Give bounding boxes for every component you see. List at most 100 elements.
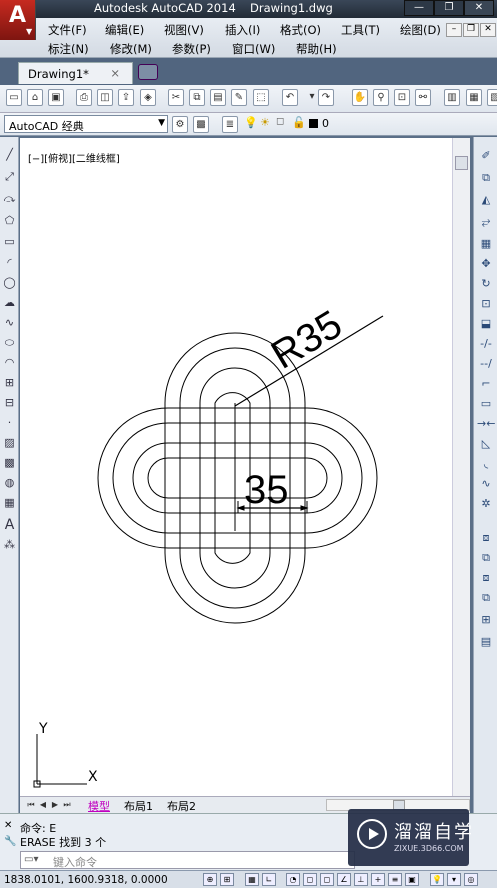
drawing-canvas[interactable]: [−][俯视][二维线框] R35 35 Y X	[20, 138, 452, 796]
copy-object-icon[interactable]: ⧉	[477, 169, 495, 186]
offset-icon[interactable]: ⥂	[477, 213, 495, 230]
layer-properties-icon[interactable]: ≣	[222, 116, 238, 133]
ortho-mode-icon[interactable]: ∟	[262, 873, 276, 886]
redo-icon[interactable]: ↷	[318, 89, 334, 106]
match-properties-icon[interactable]: ✎	[231, 89, 247, 106]
zoom-previous-icon[interactable]: ⚯	[415, 89, 431, 106]
revision-cloud-icon[interactable]: ☁	[2, 295, 17, 311]
lightbulb-icon[interactable]: 💡	[430, 873, 444, 886]
gradient-icon[interactable]: ▩	[2, 455, 17, 471]
hatch-icon[interactable]: ▨	[2, 435, 17, 451]
blend-curves-icon[interactable]: ∿	[477, 475, 495, 492]
break-at-point-icon[interactable]: ⌐	[477, 375, 495, 392]
3d-print-icon[interactable]: ◈	[140, 89, 156, 106]
transparency-icon[interactable]: ▣	[405, 873, 419, 886]
add-selected-icon[interactable]: ⁂	[2, 537, 17, 553]
infer-constraints-icon[interactable]: ⊕	[203, 873, 217, 886]
construction-line-icon[interactable]: ⤢	[2, 169, 17, 185]
move-icon[interactable]: ✥	[477, 255, 495, 272]
fillet-icon[interactable]: ◟	[477, 455, 495, 472]
menu-tools[interactable]: 工具(T)	[341, 22, 380, 38]
extend-icon[interactable]: --/	[477, 355, 495, 372]
region-icon[interactable]: ◍	[2, 475, 17, 491]
explode-icon[interactable]: ✲	[477, 495, 495, 512]
vertical-scrollbar[interactable]	[452, 138, 470, 796]
array-icon[interactable]: ▦	[477, 235, 495, 252]
draworder-below-icon[interactable]: ⧉	[477, 589, 495, 606]
workspace-select[interactable]: AutoCAD 经典 ▼	[4, 115, 168, 133]
polygon-icon[interactable]: ⬠	[2, 213, 17, 229]
point-icon[interactable]: ·	[2, 415, 17, 431]
3d-object-snap-icon[interactable]: ◻	[320, 873, 334, 886]
hatch-to-back-icon[interactable]: ▤	[477, 633, 495, 650]
lineweight-icon[interactable]: ≡	[388, 873, 402, 886]
copy-icon[interactable]: ⧉	[189, 89, 205, 106]
workspace-customize-icon[interactable]: ▩	[193, 116, 209, 133]
sun-icon[interactable]: ☀	[260, 116, 270, 129]
minimize-button[interactable]: —	[404, 0, 434, 16]
command-prompt-icon[interactable]: ▭▾	[24, 854, 38, 865]
menu-parametric[interactable]: 参数(P)	[172, 41, 211, 57]
mirror-icon[interactable]: ◭	[477, 191, 495, 208]
tool-palettes-icon[interactable]: ▧	[487, 89, 497, 106]
print-icon[interactable]: ⎙	[76, 89, 92, 106]
new-tab-button[interactable]	[138, 64, 158, 80]
close-icon[interactable]: ✕	[4, 820, 12, 831]
chamfer-icon[interactable]: ◺	[477, 435, 495, 452]
doc-restore-button[interactable]: ❐	[463, 23, 479, 37]
next-tab-icon[interactable]: ▶	[50, 799, 60, 811]
rectangle-icon[interactable]: ▭	[2, 234, 17, 250]
tab-layout2[interactable]: 布局2	[167, 798, 196, 814]
isolate-objects-icon[interactable]: ◎	[464, 873, 478, 886]
menu-help[interactable]: 帮助(H)	[296, 41, 337, 57]
menu-modify[interactable]: 修改(M)	[110, 41, 152, 57]
join-icon[interactable]: →←	[477, 415, 495, 432]
pan-icon[interactable]: ✋	[352, 89, 368, 106]
line-icon[interactable]: ╱	[2, 147, 17, 163]
draworder-front-icon[interactable]: ⧈	[477, 529, 495, 546]
chevron-down-icon[interactable]: ▾	[447, 873, 461, 886]
close-icon[interactable]: ×	[110, 66, 120, 80]
dynamic-ucs-icon[interactable]: ⊥	[354, 873, 368, 886]
new-icon[interactable]: ▭	[6, 89, 22, 106]
doc-minimize-button[interactable]: –	[446, 23, 462, 37]
cut-icon[interactable]: ✂	[168, 89, 184, 106]
menu-format[interactable]: 格式(O)	[280, 22, 321, 38]
tab-drawing1[interactable]: Drawing1* ×	[18, 62, 133, 84]
command-input[interactable]: ▭▾ 键入命令	[20, 851, 355, 869]
tab-model[interactable]: 模型	[88, 798, 110, 814]
doc-close-button[interactable]: ✕	[480, 23, 496, 37]
layer-color-swatch[interactable]	[309, 119, 318, 128]
scale-icon[interactable]: ⊡	[477, 295, 495, 312]
lightbulb-icon[interactable]: 💡	[244, 116, 258, 129]
arc-icon[interactable]: ◜	[2, 255, 17, 271]
draworder-above-icon[interactable]: ⧈	[477, 569, 495, 586]
circle-icon[interactable]: ◯	[2, 275, 17, 291]
open-icon[interactable]: ⌂	[27, 89, 43, 106]
menu-dimension[interactable]: 标注(N)	[48, 41, 89, 57]
maximize-button[interactable]: ❐	[434, 0, 464, 16]
paste-icon[interactable]: ▤	[210, 89, 226, 106]
polar-tracking-icon[interactable]: ◔	[286, 873, 300, 886]
menu-insert[interactable]: 插入(I)	[225, 22, 260, 38]
multiline-text-icon[interactable]: A	[2, 517, 17, 533]
polyline-icon[interactable]: ⤼	[2, 191, 17, 207]
stretch-icon[interactable]: ⬓	[477, 315, 495, 332]
grid-display-icon[interactable]: ▦	[245, 873, 259, 886]
menu-window[interactable]: 窗口(W)	[232, 41, 275, 57]
menu-draw[interactable]: 绘图(D)	[400, 22, 441, 38]
make-block-icon[interactable]: ⊟	[2, 395, 17, 411]
wrench-icon[interactable]: 🔧	[4, 836, 16, 847]
first-tab-icon[interactable]: ⏮	[26, 799, 36, 811]
break-icon[interactable]: ▭	[477, 395, 495, 412]
draworder-back-icon[interactable]: ⧉	[477, 549, 495, 566]
close-button[interactable]: ✕	[464, 0, 494, 16]
tab-layout1[interactable]: 布局1	[124, 798, 153, 814]
layer-freeze-icon[interactable]: ◻	[276, 116, 284, 127]
menu-file[interactable]: 文件(F)	[48, 22, 87, 38]
insert-block-icon[interactable]: ⊞	[2, 375, 17, 391]
table-icon[interactable]: ▦	[2, 495, 17, 511]
object-snap-tracking-icon[interactable]: ∠	[337, 873, 351, 886]
block-editor-icon[interactable]: ⬚	[253, 89, 269, 106]
zoom-realtime-icon[interactable]: ⚲	[373, 89, 389, 106]
